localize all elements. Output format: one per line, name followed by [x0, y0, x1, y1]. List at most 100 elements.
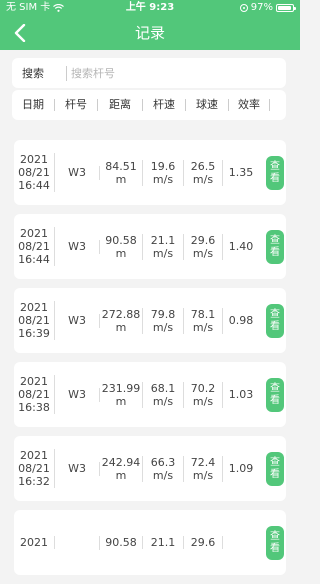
record-distance-value: 84.51: [105, 159, 137, 173]
record-club-speed: 21.1: [143, 536, 184, 549]
record-club-speed: 68.1 m/s: [143, 381, 184, 408]
record-date-time: 16:44: [18, 179, 50, 192]
battery-icon: [276, 4, 296, 12]
record-efficiency: 1.09: [228, 462, 254, 475]
record-ball-speed-unit: m/s: [192, 468, 214, 482]
record-ball-speed: 29.6: [184, 536, 223, 549]
app-header: 无 SIM 卡 上午 9:23 97% 记录: [0, 0, 300, 50]
record-club-speed-unit: m/s: [152, 468, 174, 482]
view-button[interactable]: 查看: [266, 378, 284, 412]
record-ball-speed-value: 78.1: [190, 307, 216, 321]
record-ball-speed-unit: m/s: [192, 172, 214, 186]
page-title: 记录: [134, 24, 165, 42]
record-ball-speed-value: 70.2: [190, 381, 216, 395]
record-ball-speed-value: 29.6: [190, 536, 216, 549]
column-header-efficiency: 效率: [229, 99, 270, 111]
record-club-speed-value: 21.1: [150, 233, 176, 247]
record-row: 2021 08/21 16:38 W3 231.99 m 68.1 m/s 70…: [14, 362, 286, 427]
record-date: 2021 08/21 16:32: [14, 449, 55, 488]
battery-text: 97%: [250, 2, 273, 13]
column-header-ball-speed: 球速: [186, 99, 229, 111]
column-header-club: 杆号: [55, 99, 98, 111]
view-button[interactable]: 查看: [266, 526, 284, 560]
record-distance: 84.51 m: [100, 159, 143, 186]
search-bar: 搜索: [12, 58, 286, 88]
record-date-year: 2021: [20, 449, 48, 462]
location-icon: [239, 4, 248, 12]
record-club-speed-unit: m/s: [152, 246, 174, 260]
record-club-speed-unit: m/s: [152, 394, 174, 408]
record-club-speed-value: 79.8: [150, 307, 176, 321]
view-button[interactable]: 查看: [266, 452, 284, 486]
record-ball-speed-unit: m/s: [192, 320, 214, 334]
record-distance-value: 242.94: [101, 455, 141, 469]
record-date-time: 16:39: [18, 327, 50, 340]
record-distance: 272.88 m: [100, 307, 143, 334]
record-date-year: 2021: [20, 536, 48, 549]
record-club-speed-value: 68.1: [150, 381, 176, 395]
column-header-row: 日期 杆号 距离 杆速 球速 效率: [12, 90, 286, 120]
status-right: 97%: [239, 0, 296, 16]
record-date: 2021: [14, 536, 55, 549]
record-distance: 231.99 m: [100, 381, 143, 408]
record-ball-speed: 78.1 m/s: [184, 307, 223, 334]
record-date: 2021 08/21 16:38: [14, 375, 55, 414]
record-date-year: 2021: [20, 375, 48, 388]
record-ball-speed: 72.4 m/s: [184, 455, 223, 482]
record-club: W3: [55, 387, 100, 402]
record-ball-speed-unit: m/s: [192, 394, 214, 408]
record-distance-value: 90.58: [105, 536, 137, 549]
record-efficiency: 1.03: [228, 388, 254, 401]
record-ball-speed-unit: m/s: [192, 246, 214, 260]
record-distance-value: 272.88: [101, 307, 141, 321]
record-club-speed-value: 21.1: [150, 536, 176, 549]
record-distance-unit: m: [115, 468, 127, 482]
record-date-year: 2021: [20, 301, 48, 314]
record-club-speed: 79.8 m/s: [143, 307, 184, 334]
view-button[interactable]: 查看: [266, 230, 284, 264]
record-club: [55, 535, 100, 550]
view-button[interactable]: 查看: [266, 304, 284, 338]
search-label: 搜索: [22, 67, 44, 80]
record-date-time: 16:32: [18, 475, 50, 488]
record-club: W3: [55, 165, 100, 180]
record-club-speed-value: 19.6: [150, 159, 176, 173]
record-date: 2021 08/21 16:44: [14, 153, 55, 192]
record-row: 2021 08/21 16:44 W3 84.51 m 19.6 m/s 26.…: [14, 140, 286, 205]
column-header-club-speed: 杆速: [143, 99, 186, 111]
record-efficiency: 0.98: [228, 314, 254, 327]
record-ball-speed-value: 72.4: [190, 455, 216, 469]
record-club-speed-value: 66.3: [150, 455, 176, 469]
record-ball-speed-value: 26.5: [190, 159, 216, 173]
record-ball-speed: 29.6 m/s: [184, 233, 223, 260]
record-date-day: 08/21: [18, 166, 50, 179]
column-header-date: 日期: [12, 99, 55, 111]
view-button[interactable]: 查看: [266, 156, 284, 190]
record-ball-speed: 70.2 m/s: [184, 381, 223, 408]
record-club: W3: [55, 461, 100, 476]
record-club-speed-unit: m/s: [152, 320, 174, 334]
record-distance: 242.94 m: [100, 455, 143, 482]
record-club: W3: [55, 313, 100, 328]
record-date-year: 2021: [20, 227, 48, 240]
record-distance-value: 90.58: [105, 233, 137, 247]
record-date-day: 08/21: [18, 314, 50, 327]
record-club-speed: 66.3 m/s: [143, 455, 184, 482]
nav-bar: 记录: [0, 16, 300, 50]
record-club-speed: 19.6 m/s: [143, 159, 184, 186]
column-header-distance: 距离: [98, 99, 143, 111]
record-efficiency: 1.40: [228, 240, 254, 253]
status-bar: 无 SIM 卡 上午 9:23 97%: [0, 0, 300, 16]
record-date-year: 2021: [20, 153, 48, 166]
record-distance-unit: m: [115, 246, 127, 260]
record-row: 2021 08/21 16:44 W3 90.58 m 21.1 m/s 29.…: [14, 214, 286, 279]
search-input[interactable]: [66, 65, 263, 81]
record-date-time: 16:38: [18, 401, 50, 414]
record-row: 2021 08/21 16:32 W3 242.94 m 66.3 m/s 72…: [14, 436, 286, 501]
record-distance-unit: m: [115, 172, 127, 186]
record-date-day: 08/21: [18, 240, 50, 253]
record-date: 2021 08/21 16:39: [14, 301, 55, 340]
record-club-speed-unit: m/s: [152, 172, 174, 186]
record-date-day: 08/21: [18, 462, 50, 475]
record-distance: 90.58: [100, 536, 143, 549]
